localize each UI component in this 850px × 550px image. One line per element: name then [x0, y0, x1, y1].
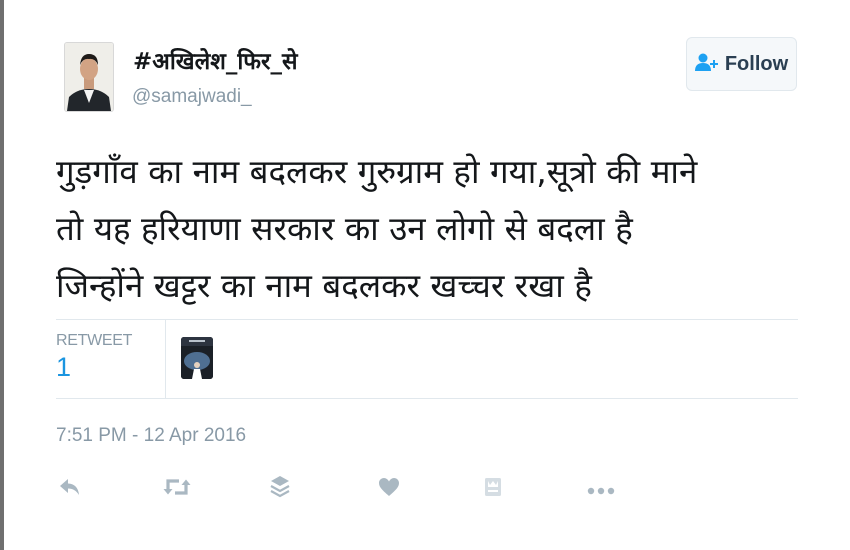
display-name[interactable]: #अखिलेश_फिर_से	[133, 44, 298, 76]
profile-avatar[interactable]	[64, 42, 114, 112]
retweets-count[interactable]: 1	[56, 352, 71, 383]
stack-icon	[270, 475, 290, 503]
window-left-border	[0, 0, 4, 550]
tweet-line: जिन्होंने खट्टर का नाम बदलकर खच्चर रखा ह…	[56, 266, 592, 305]
bookmark-button[interactable]	[482, 475, 504, 503]
tweet-line: तो यह हरियाणा सरकार का उन लोगो से बदला ह…	[56, 209, 633, 248]
add-user-icon	[694, 52, 719, 76]
tweet-text: गुड़गाँव का नाम बदलकर गुरुग्राम हो गया,स…	[56, 143, 816, 314]
stats-vertical-divider	[165, 320, 166, 398]
tweet-line: गुड़गाँव का नाम बदलकर गुरुग्राम हो गया,स…	[56, 152, 698, 191]
follow-button[interactable]: Follow	[686, 37, 797, 91]
stack-button[interactable]	[268, 475, 292, 503]
user-handle[interactable]: @samajwadi_	[132, 86, 252, 108]
like-button[interactable]	[376, 475, 402, 503]
follow-button-label: Follow	[724, 52, 789, 75]
heart-icon	[378, 477, 400, 501]
retweets-label[interactable]: RETWEET	[56, 332, 132, 350]
reply-icon	[58, 477, 82, 501]
more-icon	[587, 480, 615, 499]
retweeter-avatar[interactable]	[181, 337, 213, 379]
tweet-timestamp[interactable]: 7:51 PM - 12 Apr 2016	[56, 425, 246, 447]
more-button[interactable]	[586, 475, 616, 503]
retweet-icon	[163, 476, 191, 502]
bookmark-icon	[484, 477, 502, 501]
stats-top-divider	[56, 319, 798, 320]
reply-button[interactable]	[56, 475, 84, 503]
stats-bottom-divider	[56, 398, 798, 399]
retweet-button[interactable]	[162, 475, 192, 503]
